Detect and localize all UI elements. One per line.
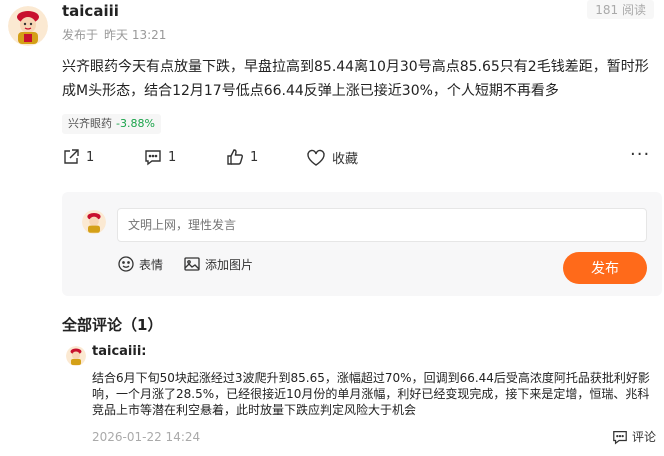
stock-change: -3.88% bbox=[116, 117, 155, 130]
emoji-button[interactable]: 表情 bbox=[117, 255, 163, 273]
composer-avatar bbox=[82, 210, 106, 234]
comment-button[interactable]: 1 bbox=[144, 148, 176, 166]
smiley-icon bbox=[118, 256, 134, 272]
commenter-username[interactable]: taicaiii: bbox=[92, 344, 147, 359]
view-count: 181 阅读 bbox=[587, 0, 654, 19]
comment-input[interactable] bbox=[117, 208, 647, 242]
post-actions: 1 1 1 收藏 ··· bbox=[62, 144, 658, 172]
emoji-label: 表情 bbox=[139, 257, 164, 272]
commenter-avatar[interactable] bbox=[66, 346, 86, 366]
stock-name: 兴齐眼药 bbox=[68, 117, 112, 130]
like-button[interactable]: 1 bbox=[226, 148, 258, 166]
like-count: 1 bbox=[250, 149, 259, 165]
published-time: 昨天 13:21 bbox=[104, 28, 167, 42]
image-icon bbox=[184, 257, 200, 271]
post-meta: 发布于 昨天 13:21 bbox=[62, 26, 172, 43]
add-image-label: 添加图片 bbox=[205, 257, 254, 272]
share-icon bbox=[64, 149, 79, 164]
favorite-label: 收藏 bbox=[332, 152, 359, 167]
more-button[interactable]: ··· bbox=[630, 144, 650, 165]
comment-icon bbox=[613, 430, 627, 444]
comment-count: 1 bbox=[168, 149, 177, 165]
more-icon: ··· bbox=[630, 144, 651, 165]
user-avatar[interactable] bbox=[8, 6, 48, 46]
thumbs-up-icon bbox=[227, 149, 243, 165]
heart-icon bbox=[307, 149, 325, 166]
comments-title: 全部评论（1） bbox=[62, 316, 163, 334]
reply-label: 评论 bbox=[632, 430, 657, 444]
reply-button[interactable]: 评论 bbox=[612, 428, 656, 445]
share-count: 1 bbox=[86, 149, 95, 165]
comment-icon bbox=[145, 150, 161, 166]
favorite-button[interactable]: 收藏 bbox=[306, 148, 358, 167]
stock-tag[interactable]: 兴齐眼药 -3.88% bbox=[62, 114, 161, 134]
share-button[interactable]: 1 bbox=[62, 148, 94, 166]
add-image-button[interactable]: 添加图片 bbox=[183, 255, 253, 273]
comment-composer: 表情 添加图片 发布 bbox=[62, 192, 662, 296]
comment-text: 结合6月下旬50块起涨经过3波爬升到85.65，涨幅超过70%，回调到66.44… bbox=[92, 371, 650, 417]
post-body: 兴齐眼药今天有点放量下跌，早盘拉高到85.44离10月30号高点85.65只有2… bbox=[62, 59, 649, 99]
comment-time: 2026-01-22 14:24 bbox=[92, 430, 201, 444]
post-username[interactable]: taicaiii bbox=[62, 2, 119, 20]
publish-button[interactable]: 发布 bbox=[563, 252, 647, 284]
published-label: 发布于 bbox=[62, 28, 99, 42]
